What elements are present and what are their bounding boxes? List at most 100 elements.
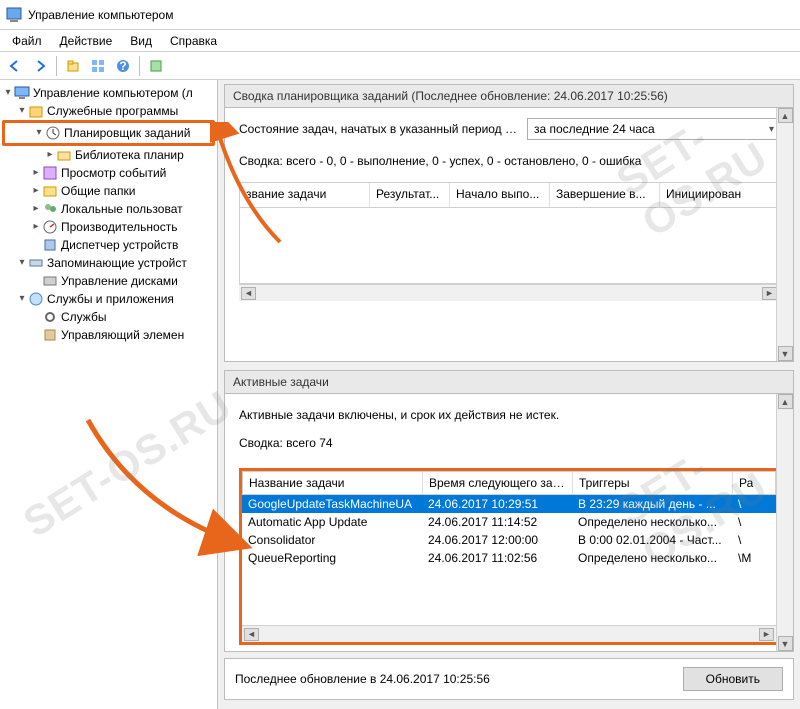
share-icon (42, 183, 58, 199)
tree-item-label: Запоминающие устройст (47, 254, 187, 272)
storage-icon (28, 255, 44, 271)
tree-performance[interactable]: ▸ Производительность (2, 218, 215, 236)
tree-item-label: Службы и приложения (47, 290, 174, 308)
active-header[interactable]: Активные задачи (224, 370, 794, 394)
users-icon (42, 201, 58, 217)
tree-system-tools[interactable]: ▾ Служебные программы (2, 102, 215, 120)
tree-services-apps[interactable]: ▾ Службы и приложения (2, 290, 215, 308)
cell-path: \ (732, 533, 776, 547)
refresh-button[interactable]: Обновить (683, 667, 783, 691)
help-button[interactable]: ? (112, 55, 134, 77)
tree-item-label: Просмотр событий (61, 164, 166, 182)
titlebar: Управление компьютером (0, 0, 800, 30)
cell-next: 24.06.2017 10:29:51 (422, 497, 572, 511)
scroll-right-icon[interactable]: ► (759, 628, 774, 641)
scroll-up-icon[interactable]: ▲ (778, 394, 793, 409)
tree-task-library[interactable]: ▸ Библиотека планир (2, 146, 215, 164)
cell-next: 24.06.2017 11:14:52 (422, 515, 572, 529)
chevron-right-icon[interactable]: ▸ (44, 146, 56, 164)
period-value: за последние 24 часа (534, 122, 655, 136)
tree-item-label: Локальные пользоват (61, 200, 183, 218)
wmi-icon (42, 327, 58, 343)
chevron-right-icon[interactable]: ▸ (30, 218, 42, 236)
event-icon (42, 165, 58, 181)
view-button[interactable] (87, 55, 109, 77)
menu-action[interactable]: Действие (52, 32, 121, 50)
perf-icon (42, 219, 58, 235)
menu-help[interactable]: Справка (162, 32, 225, 50)
tree-item-label: Общие папки (61, 182, 135, 200)
tree-pane: ▾ Управление компьютером (л ▾ Служебные … (0, 80, 218, 709)
chevron-down-icon[interactable]: ▾ (16, 290, 28, 308)
tree-local-users[interactable]: ▸ Локальные пользоват (2, 200, 215, 218)
col-task-name[interactable]: Название задачи (243, 472, 423, 494)
computer-icon (14, 85, 30, 101)
tools-icon (28, 103, 44, 119)
chevron-right-icon[interactable]: ▸ (30, 164, 42, 182)
clock-icon (45, 125, 61, 141)
hscrollbar[interactable]: ◄ ► (242, 625, 776, 642)
bottom-bar: Последнее обновление в 24.06.2017 10:25:… (224, 658, 794, 700)
tree-services[interactable]: ▸ Службы (2, 308, 215, 326)
tree-item-label: Службы (61, 308, 106, 326)
tree-item-label: Производительность (61, 218, 177, 236)
separator (56, 56, 57, 76)
gear-icon (42, 309, 58, 325)
menu-file[interactable]: Файл (4, 32, 50, 50)
tree-disk-mgmt[interactable]: ▸ Управление дисками (2, 272, 215, 290)
menu-view[interactable]: Вид (122, 32, 160, 50)
services-icon (28, 291, 44, 307)
chevron-right-icon[interactable]: ▸ (30, 182, 42, 200)
hscrollbar[interactable]: ◄ ► (239, 284, 779, 301)
cell-name: Consolidator (242, 533, 422, 547)
active-info: Активные задачи включены, и срок их дейс… (239, 408, 779, 422)
scroll-right-icon[interactable]: ► (762, 287, 777, 300)
tree-root[interactable]: ▾ Управление компьютером (л (2, 84, 215, 102)
disk-icon (42, 273, 58, 289)
back-button[interactable] (4, 55, 26, 77)
forward-button[interactable] (29, 55, 51, 77)
cell-path: \M (732, 551, 776, 565)
device-icon (42, 237, 58, 253)
tree-device-manager[interactable]: ▸ Диспетчер устройств (2, 236, 215, 254)
col-name[interactable]: звание задачи (240, 183, 370, 207)
scroll-left-icon[interactable]: ◄ (241, 287, 256, 300)
app-icon (6, 7, 22, 23)
cell-next: 24.06.2017 12:00:00 (422, 533, 572, 547)
col-next-run[interactable]: Время следующего зап... (423, 472, 573, 494)
menubar: Файл Действие Вид Справка (0, 30, 800, 52)
toolbar: ? (0, 52, 800, 80)
tree-root-label: Управление компьютером (л (33, 84, 193, 102)
chevron-right-icon[interactable]: ▸ (30, 200, 42, 218)
tree-event-viewer[interactable]: ▸ Просмотр событий (2, 164, 215, 182)
tree-item-label: Служебные программы (47, 102, 178, 120)
scroll-left-icon[interactable]: ◄ (244, 628, 259, 641)
tree-task-scheduler[interactable]: ▾ Планировщик заданий (2, 120, 215, 146)
period-label: Состояние задач, начатых в указанный пер… (239, 122, 519, 136)
cell-next: 24.06.2017 11:02:56 (422, 551, 572, 565)
separator (139, 56, 140, 76)
chevron-down-icon[interactable]: ▾ (16, 254, 28, 272)
tree-shared-folders[interactable]: ▸ Общие папки (2, 182, 215, 200)
tree-item-label: Управляющий элемен (61, 326, 184, 344)
tree-item-label: Управление дисками (61, 272, 178, 290)
cell-name: GoogleUpdateTaskMachineUA (242, 497, 422, 511)
window-title: Управление компьютером (28, 8, 173, 22)
chevron-down-icon[interactable]: ▾ (33, 124, 45, 142)
tree-item-label: Диспетчер устройств (61, 236, 178, 254)
cell-name: QueueReporting (242, 551, 422, 565)
last-updated: Последнее обновление в 24.06.2017 10:25:… (235, 672, 490, 686)
tree-wmi[interactable]: ▸ Управляющий элемен (2, 326, 215, 344)
scroll-down-icon[interactable]: ▼ (778, 346, 793, 361)
extra-button[interactable] (145, 55, 167, 77)
chevron-down-icon[interactable]: ▾ (2, 84, 14, 102)
col-start[interactable]: Начало выпо... (450, 183, 550, 207)
cell-name: Automatic App Update (242, 515, 422, 529)
scroll-down-icon[interactable]: ▼ (778, 636, 793, 651)
tree-item-label: Планировщик заданий (64, 124, 190, 142)
col-result[interactable]: Результат... (370, 183, 450, 207)
tree-item-label: Библиотека планир (75, 146, 184, 164)
up-button[interactable] (62, 55, 84, 77)
chevron-down-icon[interactable]: ▾ (16, 102, 28, 120)
tree-storage[interactable]: ▾ Запоминающие устройст (2, 254, 215, 272)
